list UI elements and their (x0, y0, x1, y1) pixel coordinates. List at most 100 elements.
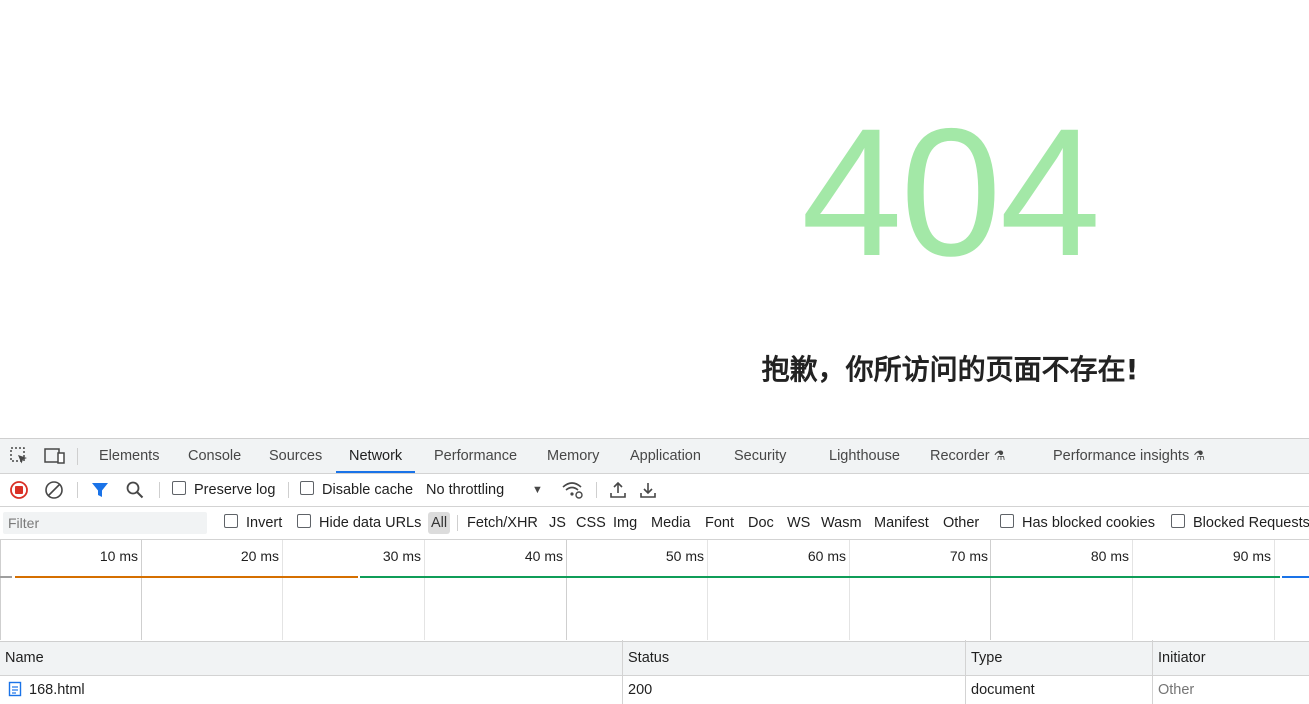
page-content: 404 抱歉，你所访问的页面不存在! (0, 0, 1309, 438)
tab-network[interactable]: Network (336, 439, 416, 473)
timeline-gridline (282, 540, 283, 640)
timeline-tick: 10 ms (99, 548, 138, 564)
divider (77, 482, 78, 498)
filter-type-fetch-xhr[interactable]: Fetch/XHR (467, 507, 538, 539)
export-har-icon[interactable] (638, 480, 658, 500)
device-toolbar-icon[interactable] (44, 446, 66, 466)
filter-type-manifest[interactable]: Manifest (874, 507, 929, 539)
throttling-value: No throttling (426, 482, 505, 498)
timeline-bar-download (360, 576, 1280, 578)
request-initiator: Other (1158, 682, 1195, 698)
filter-type-ws[interactable]: WS (787, 507, 810, 539)
timeline-bar-other (1282, 576, 1309, 578)
divider (596, 482, 597, 498)
timeline-tick: 20 ms (240, 548, 279, 564)
disable-cache-label: Disable cache (322, 482, 414, 498)
filter-type-js[interactable]: JS (549, 507, 566, 539)
filter-type-css[interactable]: CSS (576, 507, 606, 539)
tab-security[interactable]: Security (734, 439, 786, 473)
blocked-requests-checkbox[interactable]: Blocked Requests (1171, 507, 1309, 539)
disable-cache-checkbox[interactable]: Disable cache (300, 474, 413, 506)
timeline-gridline (424, 540, 425, 640)
divider (457, 515, 458, 531)
divider (159, 482, 160, 498)
preserve-log-label: Preserve log (194, 482, 276, 498)
timeline-tick: 50 ms (665, 548, 704, 564)
timeline-gridline (990, 540, 991, 640)
timeline-bar-queue (0, 576, 12, 578)
tab-lighthouse[interactable]: Lighthouse (829, 439, 900, 473)
devtools-tabbar: Elements Console Sources Network Perform… (0, 439, 1309, 474)
timeline-gridline (1132, 540, 1133, 640)
request-status: 200 (628, 682, 653, 698)
throttling-select[interactable]: No throttling ▼ (426, 474, 548, 506)
column-type[interactable]: Type (971, 642, 1002, 675)
filter-type-other[interactable]: Other (943, 507, 979, 539)
tab-performance[interactable]: Performance (434, 439, 517, 473)
has-blocked-cookies-label: Has blocked cookies (1022, 515, 1155, 531)
timeline-gridline (0, 540, 1, 640)
table-row[interactable]: 168.html 200 document Other (0, 676, 1309, 704)
dropdown-arrow-icon: ▼ (532, 484, 543, 496)
timeline-tick: 70 ms (949, 548, 988, 564)
network-filterbar: Filter Invert Hide data URLs All Fetch/X… (0, 507, 1309, 540)
timeline-tick: 80 ms (1090, 548, 1129, 564)
timeline-gridline (707, 540, 708, 640)
experiment-flask-icon: ⚗ (1193, 448, 1205, 463)
network-overview-timeline[interactable]: 10 ms 20 ms 30 ms 40 ms 50 ms 60 ms 70 m… (0, 540, 1309, 642)
filter-type-img[interactable]: Img (613, 507, 637, 539)
request-type: document (971, 682, 1035, 698)
timeline-tick: 30 ms (382, 548, 421, 564)
tab-memory[interactable]: Memory (547, 439, 599, 473)
hide-data-urls-checkbox[interactable]: Hide data URLs (297, 507, 421, 539)
has-blocked-cookies-checkbox[interactable]: Has blocked cookies (1000, 507, 1155, 539)
tab-sources[interactable]: Sources (269, 439, 322, 473)
hide-data-urls-label: Hide data URLs (319, 515, 422, 531)
filter-type-font[interactable]: Font (705, 507, 734, 539)
column-name[interactable]: Name (5, 642, 44, 675)
tab-application[interactable]: Application (630, 439, 701, 473)
tab-performance-insights[interactable]: Performance insights ⚗ (1053, 439, 1205, 473)
network-toolbar: Preserve log Disable cache No throttling… (0, 474, 1309, 507)
checkbox-box (1171, 514, 1185, 528)
checkbox-box (172, 481, 186, 495)
timeline-gridline (1274, 540, 1275, 640)
import-har-icon[interactable] (608, 480, 628, 500)
timeline-bar-waiting (15, 576, 358, 578)
tab-recorder[interactable]: Recorder ⚗ (930, 439, 1005, 473)
invert-label: Invert (246, 515, 283, 531)
filter-type-wasm[interactable]: Wasm (821, 507, 862, 539)
preserve-log-checkbox[interactable]: Preserve log (172, 474, 275, 506)
request-name[interactable]: 168.html (29, 676, 85, 704)
filter-type-all[interactable]: All (428, 512, 451, 534)
timeline-gridline (849, 540, 850, 640)
filter-type-doc[interactable]: Doc (748, 507, 774, 539)
document-icon (8, 676, 22, 704)
record-stop-icon[interactable] (9, 480, 29, 500)
blocked-requests-label: Blocked Requests (1193, 515, 1309, 531)
checkbox-box (224, 514, 238, 528)
timeline-tick: 90 ms (1232, 548, 1271, 564)
inspect-element-icon[interactable] (9, 446, 29, 466)
timeline-gridline (566, 540, 567, 640)
column-status[interactable]: Status (628, 642, 669, 675)
filter-funnel-icon[interactable] (90, 480, 110, 500)
checkbox-box (297, 514, 311, 528)
filter-type-media[interactable]: Media (651, 507, 691, 539)
tab-elements[interactable]: Elements (99, 439, 159, 473)
network-conditions-icon[interactable] (561, 480, 585, 500)
clear-icon[interactable] (44, 480, 64, 500)
checkbox-box (300, 481, 314, 495)
requests-table-header: Name Status Type Initiator (0, 642, 1309, 676)
tab-console[interactable]: Console (188, 439, 241, 473)
error-code: 404 (801, 90, 1101, 294)
tab-recorder-label: Recorder (930, 448, 990, 464)
filter-input[interactable]: Filter (3, 512, 207, 534)
invert-checkbox[interactable]: Invert (224, 507, 282, 539)
error-message: 抱歉，你所访问的页面不存在! (761, 353, 1139, 386)
divider (288, 482, 289, 498)
column-initiator[interactable]: Initiator (1158, 642, 1206, 675)
tab-performance-insights-label: Performance insights (1053, 448, 1190, 464)
search-icon[interactable] (125, 480, 145, 500)
timeline-tick: 40 ms (524, 548, 563, 564)
